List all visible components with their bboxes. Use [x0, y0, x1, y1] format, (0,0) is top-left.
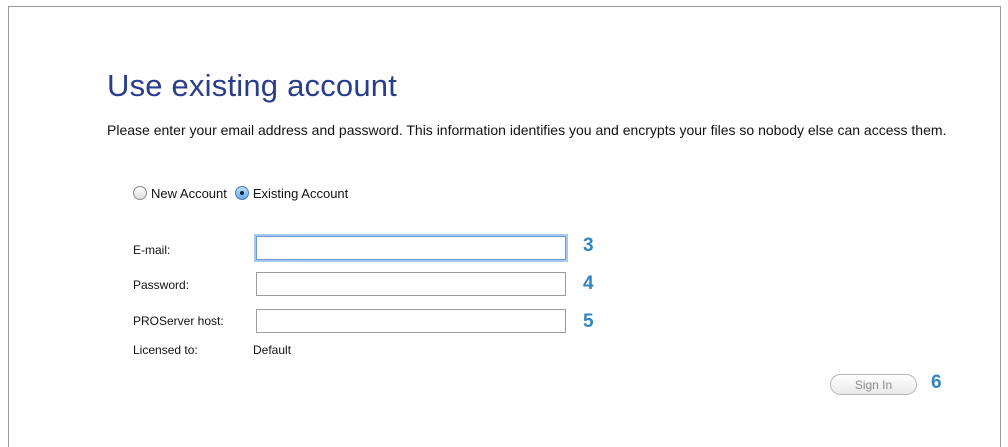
- proserver-host-label: PROServer host:: [133, 314, 224, 328]
- step-3-marker: 3: [583, 235, 594, 256]
- sign-in-button[interactable]: Sign In: [830, 374, 917, 395]
- licensed-to-value: Default: [253, 343, 292, 357]
- step-4-marker: 4: [583, 273, 594, 294]
- page-title: Use existing account: [107, 68, 398, 103]
- account-type-radio-group: New Account Existing Account: [133, 183, 356, 203]
- email-label: E-mail:: [133, 243, 171, 257]
- new-account-label: New Account: [151, 185, 227, 201]
- proserver-host-field[interactable]: [256, 309, 566, 333]
- password-field[interactable]: [256, 272, 566, 296]
- existing-account-label: Existing Account: [252, 185, 349, 201]
- page-description: Please enter your email address and pass…: [107, 122, 947, 138]
- existing-account-radio[interactable]: [234, 186, 249, 200]
- new-account-radio[interactable]: [133, 186, 147, 200]
- email-field[interactable]: [256, 236, 566, 260]
- new-account-option[interactable]: New Account: [133, 186, 227, 201]
- password-label: Password:: [133, 278, 190, 292]
- step-5-marker: 5: [583, 311, 594, 332]
- existing-account-option[interactable]: Existing Account: [234, 185, 349, 201]
- licensed-to-label: Licensed to:: [133, 343, 198, 357]
- step-6-marker: 6: [931, 372, 942, 393]
